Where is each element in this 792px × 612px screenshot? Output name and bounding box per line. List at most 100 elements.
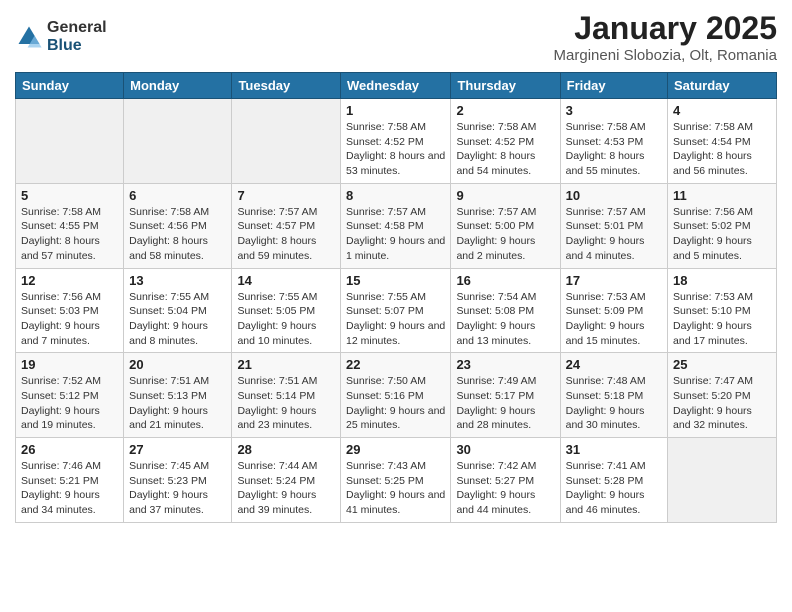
day-info: Sunrise: 7:55 AM Sunset: 5:07 PM Dayligh… [346,290,445,349]
day-info: Sunrise: 7:51 AM Sunset: 5:13 PM Dayligh… [129,374,226,433]
month-title: January 2025 [554,10,777,47]
day-info: Sunrise: 7:48 AM Sunset: 5:18 PM Dayligh… [566,374,662,433]
calendar-cell: 23 Sunrise: 7:49 AM Sunset: 5:17 PM Dayli… [451,353,560,438]
day-info: Sunrise: 7:44 AM Sunset: 5:24 PM Dayligh… [237,459,335,518]
calendar-cell: 17Sunrise: 7:53 AM Sunset: 5:09 PM Dayli… [560,268,667,353]
calendar-cell [16,99,124,184]
day-number: 9 [456,188,554,203]
day-info: Sunrise: 7:54 AM Sunset: 5:08 PM Dayligh… [456,290,554,349]
day-info: Sunrise: 7:41 AM Sunset: 5:28 PM Dayligh… [566,459,662,518]
day-info: Sunrise: 7:58 AM Sunset: 4:53 PM Dayligh… [566,120,662,179]
day-info: Sunrise: 7:57 AM Sunset: 4:58 PM Dayligh… [346,205,445,264]
weekday-header: Saturday [668,73,777,99]
day-number: 10 [566,188,662,203]
day-info: Sunrise: 7:55 AM Sunset: 5:04 PM Dayligh… [129,290,226,349]
calendar-cell: 24Sunrise: 7:48 AM Sunset: 5:18 PM Dayli… [560,353,667,438]
day-number: 11 [673,188,771,203]
header: General Blue January 2025 Margineni Slob… [15,10,777,64]
day-number: 29 [346,442,445,457]
calendar-cell: 6 Sunrise: 7:58 AM Sunset: 4:56 PM Daylig… [124,183,232,268]
day-info: Sunrise: 7:46 AM Sunset: 5:21 PM Dayligh… [21,459,118,518]
logo-general: General [47,19,107,37]
day-info: Sunrise: 7:45 AM Sunset: 5:23 PM Dayligh… [129,459,226,518]
day-number: 6 [129,188,226,203]
calendar-cell [232,99,341,184]
day-info: Sunrise: 7:57 AM Sunset: 5:00 PM Dayligh… [456,205,554,264]
day-number: 27 [129,442,226,457]
calendar: SundayMondayTuesdayWednesdayThursdayFrid… [15,72,777,523]
calendar-cell: 7Sunrise: 7:57 AM Sunset: 4:57 PM Daylig… [232,183,341,268]
day-number: 26 [21,442,118,457]
logo-text: General Blue [47,19,107,54]
day-number: 3 [566,103,662,118]
calendar-week-row: 19 Sunrise: 7:52 AM Sunset: 5:12 PM Dayli… [16,353,777,438]
day-number: 30 [456,442,554,457]
day-info: Sunrise: 7:55 AM Sunset: 5:05 PM Dayligh… [237,290,335,349]
calendar-cell: 10Sunrise: 7:57 AM Sunset: 5:01 PM Dayli… [560,183,667,268]
day-number: 22 [346,357,445,372]
calendar-week-row: 12Sunrise: 7:56 AM Sunset: 5:03 PM Dayli… [16,268,777,353]
calendar-cell: 27 Sunrise: 7:45 AM Sunset: 5:23 PM Dayli… [124,438,232,523]
weekday-header: Wednesday [341,73,451,99]
calendar-cell: 12Sunrise: 7:56 AM Sunset: 5:03 PM Dayli… [16,268,124,353]
calendar-cell: 18 Sunrise: 7:53 AM Sunset: 5:10 PM Dayli… [668,268,777,353]
day-info: Sunrise: 7:58 AM Sunset: 4:55 PM Dayligh… [21,205,118,264]
calendar-cell: 29Sunrise: 7:43 AM Sunset: 5:25 PM Dayli… [341,438,451,523]
day-number: 15 [346,273,445,288]
day-number: 25 [673,357,771,372]
calendar-week-row: 26 Sunrise: 7:46 AM Sunset: 5:21 PM Dayli… [16,438,777,523]
logo-blue: Blue [47,37,107,55]
day-info: Sunrise: 7:58 AM Sunset: 4:52 PM Dayligh… [456,120,554,179]
logo: General Blue [15,19,107,54]
day-number: 18 [673,273,771,288]
day-number: 1 [346,103,445,118]
day-number: 21 [237,357,335,372]
day-number: 20 [129,357,226,372]
calendar-cell: 31 Sunrise: 7:41 AM Sunset: 5:28 PM Dayli… [560,438,667,523]
weekday-header: Friday [560,73,667,99]
day-number: 23 [456,357,554,372]
day-info: Sunrise: 7:53 AM Sunset: 5:10 PM Dayligh… [673,290,771,349]
weekday-header: Tuesday [232,73,341,99]
day-info: Sunrise: 7:56 AM Sunset: 5:03 PM Dayligh… [21,290,118,349]
calendar-cell: 3 Sunrise: 7:58 AM Sunset: 4:53 PM Daylig… [560,99,667,184]
calendar-cell: 5Sunrise: 7:58 AM Sunset: 4:55 PM Daylig… [16,183,124,268]
calendar-cell: 14 Sunrise: 7:55 AM Sunset: 5:05 PM Dayli… [232,268,341,353]
day-number: 28 [237,442,335,457]
calendar-cell: 16Sunrise: 7:54 AM Sunset: 5:08 PM Dayli… [451,268,560,353]
calendar-cell: 15 Sunrise: 7:55 AM Sunset: 5:07 PM Dayli… [341,268,451,353]
day-info: Sunrise: 7:52 AM Sunset: 5:12 PM Dayligh… [21,374,118,433]
day-number: 14 [237,273,335,288]
day-number: 19 [21,357,118,372]
day-info: Sunrise: 7:42 AM Sunset: 5:27 PM Dayligh… [456,459,554,518]
calendar-cell: 20 Sunrise: 7:51 AM Sunset: 5:13 PM Dayli… [124,353,232,438]
logo-icon [15,23,43,51]
weekday-header: Sunday [16,73,124,99]
calendar-cell [668,438,777,523]
weekday-header: Monday [124,73,232,99]
day-number: 2 [456,103,554,118]
page: General Blue January 2025 Margineni Slob… [0,0,792,533]
calendar-cell: 2 Sunrise: 7:58 AM Sunset: 4:52 PM Daylig… [451,99,560,184]
location: Margineni Slobozia, Olt, Romania [554,47,777,64]
calendar-cell: 30 Sunrise: 7:42 AM Sunset: 5:27 PM Dayli… [451,438,560,523]
day-number: 7 [237,188,335,203]
day-number: 31 [566,442,662,457]
day-info: Sunrise: 7:47 AM Sunset: 5:20 PM Dayligh… [673,374,771,433]
calendar-cell: 28 Sunrise: 7:44 AM Sunset: 5:24 PM Dayli… [232,438,341,523]
calendar-cell: 19 Sunrise: 7:52 AM Sunset: 5:12 PM Dayli… [16,353,124,438]
calendar-week-row: 5Sunrise: 7:58 AM Sunset: 4:55 PM Daylig… [16,183,777,268]
calendar-cell: 26 Sunrise: 7:46 AM Sunset: 5:21 PM Dayli… [16,438,124,523]
calendar-cell: 21Sunrise: 7:51 AM Sunset: 5:14 PM Dayli… [232,353,341,438]
calendar-cell: 25 Sunrise: 7:47 AM Sunset: 5:20 PM Dayli… [668,353,777,438]
day-info: Sunrise: 7:58 AM Sunset: 4:52 PM Dayligh… [346,120,445,179]
title-section: January 2025 Margineni Slobozia, Olt, Ro… [554,10,777,64]
day-number: 8 [346,188,445,203]
day-info: Sunrise: 7:58 AM Sunset: 4:56 PM Dayligh… [129,205,226,264]
calendar-cell: 22Sunrise: 7:50 AM Sunset: 5:16 PM Dayli… [341,353,451,438]
calendar-cell: 9 Sunrise: 7:57 AM Sunset: 5:00 PM Daylig… [451,183,560,268]
calendar-cell: 1 Sunrise: 7:58 AM Sunset: 4:52 PM Daylig… [341,99,451,184]
weekday-header: Thursday [451,73,560,99]
day-number: 17 [566,273,662,288]
day-info: Sunrise: 7:49 AM Sunset: 5:17 PM Dayligh… [456,374,554,433]
